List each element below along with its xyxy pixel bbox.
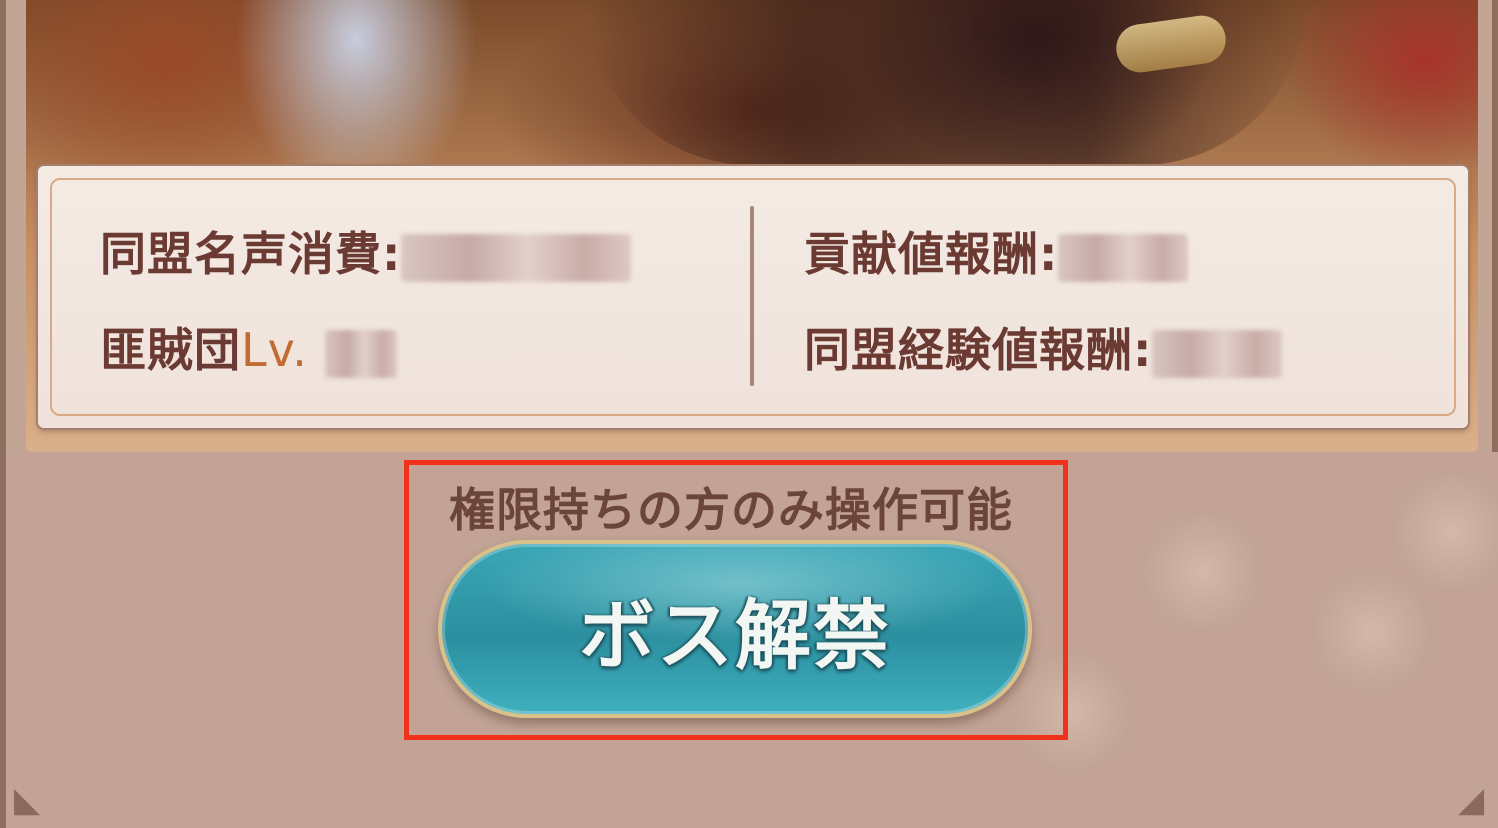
info-divider <box>750 206 754 386</box>
alliance-exp-reward-label: 同盟経験値報酬: <box>804 323 1153 377</box>
flower-decoration <box>1312 572 1432 692</box>
flower-decoration <box>1142 512 1262 632</box>
alliance-fame-cost-label: 同盟名声消費: <box>100 227 402 281</box>
alliance-exp-reward-row: 同盟経験値報酬: <box>804 314 1283 380</box>
bandit-level-row: 匪賊団Lv. <box>100 314 397 380</box>
corner-ornament-right: ◢ <box>1458 780 1485 820</box>
contribution-reward-value-blurred <box>1058 233 1189 282</box>
alliance-fame-cost-row: 同盟名声消費: <box>100 218 632 284</box>
level-prefix: Lv. <box>241 323 308 377</box>
alliance-exp-reward-value-blurred <box>1152 329 1283 378</box>
contribution-reward-row: 貢献値報酬: <box>804 218 1189 284</box>
dialog-frame: 同盟名声消費: 匪賊団Lv. 貢献値報酬: 同盟経験値報酬: 権限持ちの方のみ操… <box>0 0 1498 828</box>
highlight-annotation <box>404 460 1068 740</box>
corner-ornament-left: ◣ <box>14 780 41 820</box>
bandit-level-value-blurred <box>324 329 397 378</box>
boss-info-panel: 同盟名声消費: 匪賊団Lv. 貢献値報酬: 同盟経験値報酬: <box>38 166 1468 428</box>
bandit-level-label: 匪賊団 <box>100 323 241 377</box>
flower-decoration <box>1392 472 1498 592</box>
alliance-fame-cost-value-blurred <box>401 233 632 282</box>
contribution-reward-label: 貢献値報酬: <box>804 227 1059 281</box>
